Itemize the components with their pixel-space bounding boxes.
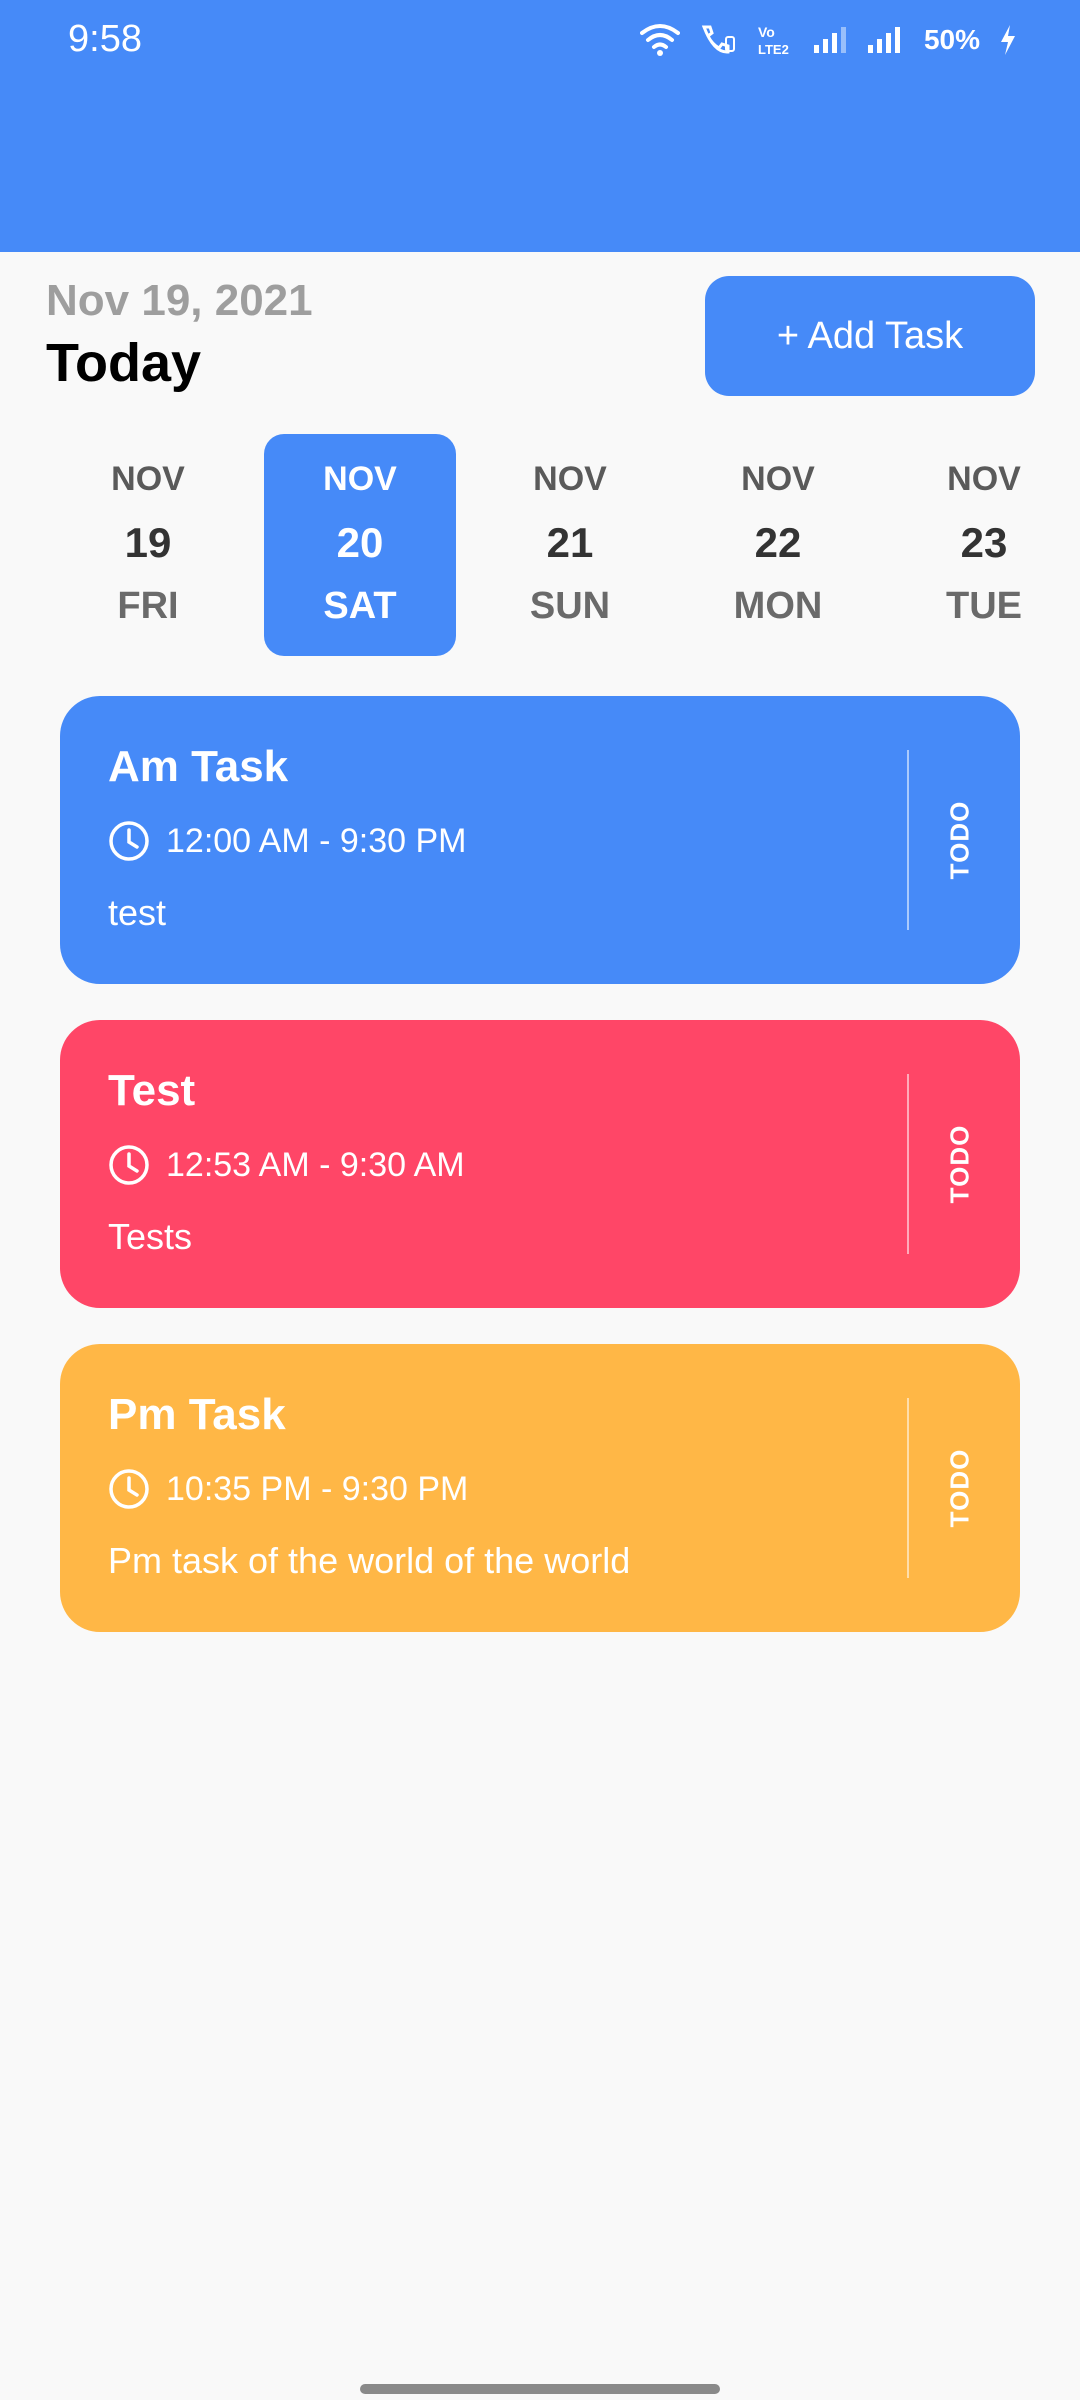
- add-task-button[interactable]: + Add Task: [705, 276, 1035, 396]
- task-time-row: 12:00 AM - 9:30 PM: [108, 820, 467, 862]
- task-divider: [907, 750, 909, 930]
- task-divider: [907, 1074, 909, 1254]
- task-time-row: 12:53 AM - 9:30 AM: [108, 1144, 465, 1186]
- date-item[interactable]: NOV 23 TUE: [888, 434, 1080, 656]
- clock-icon: [109, 821, 149, 861]
- current-date: Nov 19, 2021: [46, 276, 313, 325]
- date-day: 20: [336, 519, 384, 566]
- date-day: 23: [960, 519, 1008, 566]
- task-title: Am Task: [108, 742, 289, 791]
- task-time: 10:35 PM - 9:30 PM: [166, 1469, 469, 1508]
- task-status: TODO: [944, 1448, 975, 1528]
- date-weekday: SUN: [529, 585, 611, 627]
- date-item[interactable]: NOV 21 SUN: [474, 434, 666, 656]
- date-weekday: SAT: [323, 585, 397, 627]
- task-time-row: 10:35 PM - 9:30 PM: [108, 1468, 468, 1510]
- date-day: 21: [546, 519, 594, 566]
- date-weekday: FRI: [117, 585, 179, 627]
- charging-icon: [1001, 25, 1015, 55]
- status-bar: 9:58 Vo LTE2 50%: [0, 0, 1080, 80]
- task-description: Pm task of the world of the world: [108, 1540, 631, 1581]
- clock-icon: [109, 1469, 149, 1509]
- task-description: Tests: [108, 1216, 193, 1257]
- task-card[interactable]: Pm Task 10:35 PM - 9:30 PM Pm task of th…: [60, 1344, 1020, 1632]
- home-indicator[interactable]: [360, 2384, 720, 2394]
- date-month: NOV: [323, 460, 397, 498]
- task-time: 12:00 AM - 9:30 PM: [166, 821, 467, 860]
- signal-icon-2: [867, 27, 900, 53]
- task-title: Pm Task: [108, 1390, 286, 1439]
- date-item[interactable]: NOV 22 MON: [682, 434, 874, 656]
- signal-icon-1: [813, 27, 846, 53]
- clock-icon: [109, 1145, 149, 1185]
- volte-icon: Vo LTE2: [758, 24, 789, 57]
- svg-text:Vo: Vo: [758, 24, 775, 40]
- task-status: TODO: [944, 1124, 975, 1204]
- task-status: TODO: [944, 800, 975, 880]
- moon-icon: [70, 140, 96, 192]
- date-day: 19: [124, 519, 172, 566]
- task-title: Test: [108, 1066, 196, 1115]
- task-divider: [907, 1398, 909, 1578]
- date-item-selected[interactable]: NOV 20 SAT: [264, 434, 456, 656]
- date-day: 22: [754, 519, 802, 566]
- date-month: NOV: [111, 460, 185, 498]
- app-bar: [0, 80, 1080, 252]
- task-description: test: [108, 892, 167, 933]
- svg-text:LTE2: LTE2: [758, 42, 789, 57]
- date-month: NOV: [741, 460, 815, 498]
- page-title: Today: [46, 333, 202, 393]
- task-card[interactable]: Am Task 12:00 AM - 9:30 PM test TODO: [60, 696, 1020, 984]
- status-time: 9:58: [68, 18, 142, 60]
- date-weekday: TUE: [946, 585, 1022, 627]
- date-month: NOV: [947, 460, 1021, 498]
- wifi-calling-icon: [701, 25, 735, 54]
- date-picker: NOV 19 FRI NOV 20 SAT NOV 21 SUN NOV 22 …: [0, 434, 1080, 656]
- task-time: 12:53 AM - 9:30 AM: [166, 1145, 465, 1184]
- task-card[interactable]: Test 12:53 AM - 9:30 AM Tests TODO: [60, 1020, 1020, 1308]
- date-item[interactable]: NOV 19 FRI: [52, 434, 244, 656]
- battery-percentage: 50%: [923, 24, 980, 55]
- theme-toggle-button[interactable]: [60, 136, 112, 196]
- date-weekday: MON: [733, 585, 823, 627]
- date-month: NOV: [533, 460, 607, 498]
- wifi-icon: [639, 24, 680, 56]
- status-icons: Vo LTE2 50%: [639, 18, 1018, 62]
